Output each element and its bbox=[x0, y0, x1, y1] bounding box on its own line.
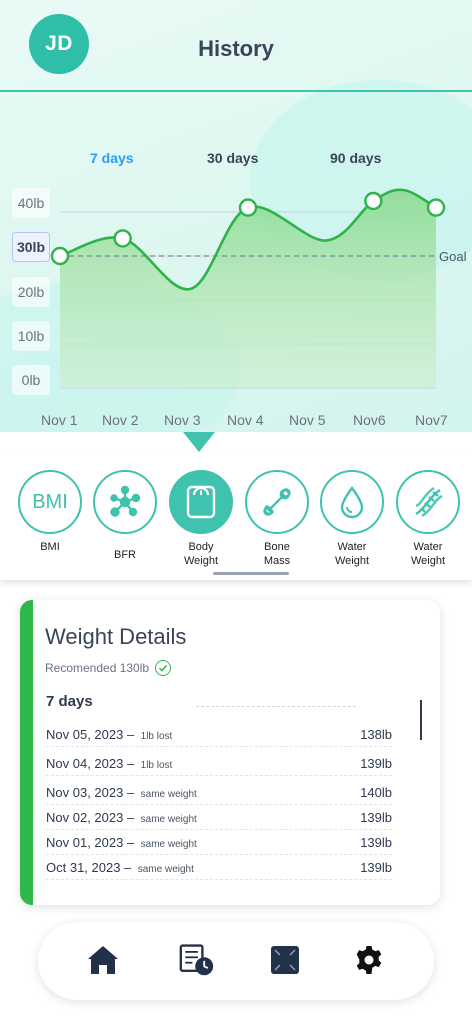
data-point[interactable] bbox=[364, 191, 383, 211]
water-drop-icon bbox=[320, 470, 384, 534]
list-item: Nov 02, 2023 – same weight 139lb bbox=[46, 806, 392, 830]
weight-area bbox=[60, 189, 436, 388]
metric-body-weight[interactable]: Body Weight bbox=[168, 470, 234, 568]
list-scrollbar[interactable] bbox=[420, 700, 422, 740]
list-item: Nov 01, 2023 – same weight 139lb bbox=[46, 831, 392, 855]
metric-label: Water Weight bbox=[334, 541, 370, 567]
x-tick-label: Nov 4 bbox=[227, 412, 264, 428]
goal-label: Goal bbox=[439, 249, 467, 264]
bmi-text-icon: BMI bbox=[18, 470, 82, 534]
card-title: Weight Details bbox=[45, 624, 187, 649]
scale-icon bbox=[169, 470, 233, 534]
weight-chart: Goal bbox=[50, 188, 467, 389]
card-accent-bar bbox=[20, 600, 33, 905]
metric-label: BMI bbox=[40, 541, 60, 553]
weight-details-card: Weight Details Recomended 130lb 7 days N… bbox=[20, 600, 440, 905]
x-tick-label: Nov 3 bbox=[164, 412, 201, 428]
bottom-nav bbox=[38, 922, 434, 1000]
period-divider bbox=[196, 706, 356, 707]
data-point[interactable] bbox=[113, 229, 132, 248]
metric-selector: BMI BMI BFR Body Weight Bone Mass Water … bbox=[0, 452, 472, 580]
metric-label: BFR bbox=[114, 549, 136, 561]
bone-icon bbox=[245, 470, 309, 534]
list-item: Nov 05, 2023 – 1lb lost 138lb bbox=[46, 723, 392, 747]
dna-icon bbox=[396, 470, 460, 534]
recommended-text: Recomended 130lb bbox=[45, 661, 150, 675]
home-icon[interactable] bbox=[85, 942, 121, 978]
data-point[interactable] bbox=[50, 246, 70, 266]
list-item: Nov 04, 2023 – 1lb lost 139lb bbox=[46, 752, 392, 776]
x-tick-label: Nov 1 bbox=[41, 412, 78, 428]
period-label: 7 days bbox=[46, 693, 93, 710]
history-icon[interactable] bbox=[179, 942, 215, 978]
molecule-icon bbox=[93, 470, 157, 534]
metric-water-weight[interactable]: Water Weight bbox=[319, 470, 385, 568]
recommended-weight: Recomended 130lb bbox=[45, 660, 172, 676]
list-item: Nov 03, 2023 – same weight 140lb bbox=[46, 781, 392, 805]
check-icon bbox=[155, 660, 172, 676]
x-tick-label: Nov 5 bbox=[289, 412, 326, 428]
metric-bone-mass[interactable]: Bone Mass bbox=[244, 470, 310, 568]
metric-label: Water Weight bbox=[410, 541, 446, 567]
metric-label: Bone Mass bbox=[263, 541, 291, 567]
metric-bmi[interactable]: BMI BMI bbox=[17, 470, 83, 554]
metric-label: Body Weight bbox=[183, 541, 219, 567]
data-point[interactable] bbox=[238, 198, 258, 217]
metric-bfr[interactable]: BFR bbox=[92, 470, 158, 562]
selected-pointer bbox=[183, 432, 215, 452]
x-tick-label: Nov6 bbox=[353, 412, 386, 428]
gear-icon[interactable] bbox=[351, 942, 387, 978]
data-point[interactable] bbox=[426, 198, 446, 217]
x-tick-label: Nov7 bbox=[415, 412, 448, 428]
list-item: Oct 31, 2023 – same weight 139lb bbox=[46, 856, 392, 880]
scale-device-icon[interactable] bbox=[267, 942, 303, 978]
x-tick-label: Nov 2 bbox=[102, 412, 139, 428]
scroll-handle[interactable] bbox=[213, 572, 289, 575]
metric-water-weight-dna[interactable]: Water Weight bbox=[395, 470, 461, 568]
